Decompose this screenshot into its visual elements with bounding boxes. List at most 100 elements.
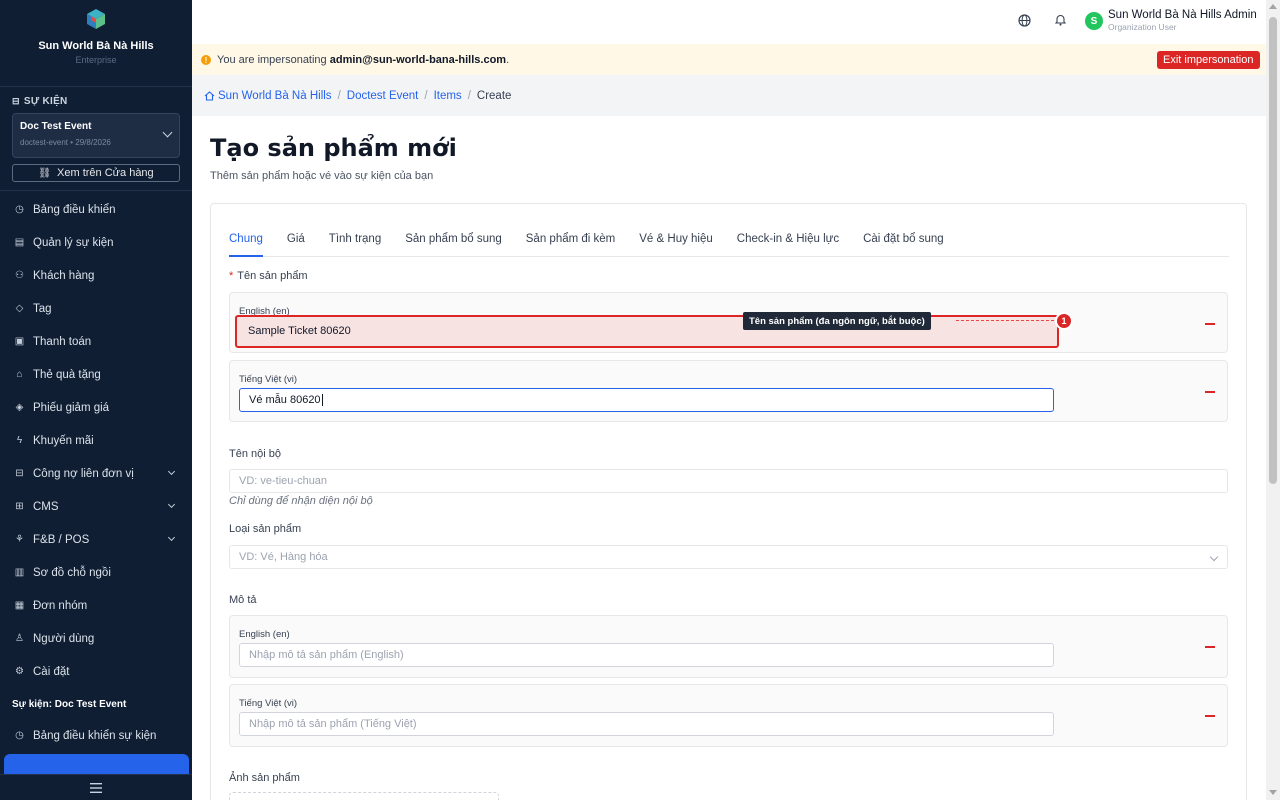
breadcrumb-items[interactable]: Items [434,90,462,102]
scroll-down-icon[interactable] [1269,790,1277,795]
exit-impersonation-button[interactable]: Exit impersonation [1157,51,1260,69]
sidebar-item-tag[interactable]: ◇ Tag [0,292,192,325]
sidebar-nav: ◷ Bảng điều khiển ▤ Quản lý sự kiện ⚇ Khách h… [0,193,192,688]
desc-vi-input[interactable]: Nhập mô tả sản phẩm (Tiếng Việt) [239,712,1054,736]
sidebar-item-promotion[interactable]: ϟ Khuyến mãi [0,424,192,457]
chevron-down-icon [167,533,176,542]
sidebar-item-label: Người dùng [33,632,95,645]
event-submenu-item-event-dashboard[interactable]: ◷ Bảng điều khiển sự kiện [0,719,192,752]
payment-icon: ▣ [14,336,25,347]
sidebar-item-label: Quản lý sự kiện [33,236,114,249]
product-image-label: Ảnh sản phẩm [229,772,300,784]
sidebar-item-label: CMS [33,500,59,513]
sidebar-item-debt[interactable]: ⊟ Công nợ liên đơn vị [0,457,192,490]
sidebar-item-seating[interactable]: ▥ Sơ đồ chỗ ngồi [0,556,192,589]
product-type-select[interactable]: VD: Vé, Hàng hóa [229,545,1228,569]
annotation-tooltip: Tên sản phẩm (đa ngôn ngữ, bắt buộc) [743,312,931,330]
breadcrumb-event[interactable]: Doctest Event [347,90,419,102]
name-en-input[interactable] [235,315,1059,348]
sidebar-item-pos[interactable]: ⚘ F&B / POS [0,523,192,556]
tab-1[interactable]: Giá [287,230,305,257]
tag-icon: ◇ [15,303,24,314]
topbar: S Sun World Bà Nà Hills Admin Organizati… [192,0,1266,44]
user-name[interactable]: Sun World Bà Nà Hills Admin [1108,9,1257,21]
sidebar-item-label: Thẻ quà tặng [33,368,101,381]
sidebar-item-active[interactable] [4,754,189,774]
remove-name-en-icon[interactable] [1205,323,1215,325]
promotion-icon: ϟ [16,435,23,446]
page-scrollbar[interactable] [1266,0,1280,800]
sidebar-item-gift[interactable]: ⌂ Thẻ quà tặng [0,358,192,391]
tab-6[interactable]: Check-in & Hiệu lực [737,230,839,257]
sidebar-item-label: Bảng điều khiển sự kiện [33,729,157,742]
event-meta: doctest-event • 29/8/2026 [20,138,111,147]
chevron-down-icon [167,467,176,476]
sidebar-collapse-button[interactable] [0,774,192,800]
event-name: Doc Test Event [20,121,92,132]
calendar-icon: ▤ [14,237,25,248]
tab-7[interactable]: Cài đặt bổ sung [863,230,944,257]
form-tabs: Chung Giá Tình trạng Sản phẩm bổ sung Sản ph… [229,230,1229,257]
scroll-up-icon[interactable] [1269,4,1277,9]
tab-0[interactable]: Chung [229,230,263,257]
image-upload-dropzone[interactable] [229,792,499,800]
impersonation-banner: ! You are impersonating admin@sun-world-… [192,44,1266,75]
sidebar-item-voucher[interactable]: ◈ Phiếu giảm giá [0,391,192,424]
scrollbar-thumb[interactable] [1269,17,1277,484]
brand-subtitle: Enterprise [75,55,117,65]
seating-icon: ▥ [14,567,25,578]
breadcrumb-org[interactable]: Sun World Bà Nà Hills [218,90,332,102]
internal-name-input[interactable]: VD: ve-tieu-chuan [229,469,1228,493]
tab-4[interactable]: Sản phẩm đi kèm [526,230,616,257]
desc-vi-group: Tiếng Việt (vi) Nhập mô tả sản phẩm (Tiế… [229,684,1228,747]
sidebar-item-users[interactable]: ⚇ Khách hàng [0,259,192,292]
sidebar-item-group-order[interactable]: ▦ Đơn nhóm [0,589,192,622]
group-order-icon: ▦ [14,600,25,611]
event-submenu-nav: ◷ Bảng điều khiển sự kiện [0,719,192,752]
breadcrumb: Sun World Bà Nà Hills / Doctest Event / … [192,75,1266,116]
globe-icon[interactable] [1017,13,1031,27]
sidebar-item-dashboard[interactable]: ◷ Bảng điều khiển [0,193,192,226]
users-icon: ⚇ [15,270,24,281]
desc-vi-label: Tiếng Việt (vi) [239,698,298,709]
name-vi-input[interactable]: Vé mẫu 80620 [239,388,1054,412]
sidebar-item-cms[interactable]: ⊞ CMS [0,490,192,523]
remove-name-vi-icon[interactable] [1205,391,1215,393]
sidebar-item-user[interactable]: ♙ Người dùng [0,622,192,655]
tab-5[interactable]: Vé & Huy hiệu [639,230,713,257]
user-role: Organization User [1108,22,1177,32]
event-dashboard-icon: ◷ [15,730,24,741]
remove-desc-en-icon[interactable] [1205,646,1215,648]
sidebar-item-label: Bảng điều khiển [33,203,116,216]
annotation-badge: 1 [1055,312,1073,330]
home-icon[interactable] [204,90,215,101]
sidebar-item-calendar[interactable]: ▤ Quản lý sự kiện [0,226,192,259]
tab-2[interactable]: Tình trạng [329,230,381,257]
bell-icon[interactable] [1053,13,1067,27]
sidebar-item-label: Đơn nhóm [33,599,88,612]
product-name-label: * Tên sản phẩm [229,270,308,282]
sidebar-item-payment[interactable]: ▣ Thanh toán [0,325,192,358]
desc-en-input[interactable]: Nhập mô tả sản phẩm (English) [239,643,1054,667]
voucher-icon: ◈ [15,402,24,413]
tab-3[interactable]: Sản phẩm bổ sung [405,230,502,257]
annotation-connector [956,320,1054,321]
event-section-icon: ⊟ [12,96,20,106]
event-selector[interactable]: Doc Test Event doctest-event • 29/8/2026 [12,113,180,158]
avatar[interactable]: S [1085,12,1103,30]
sidebar-divider [0,190,192,191]
settings-icon: ⚙ [15,666,24,677]
debt-icon: ⊟ [15,468,24,479]
link-icon: ⛓ [38,167,52,179]
brand: Sun World Bà Nà Hills Enterprise [0,0,192,87]
remove-desc-vi-icon[interactable] [1205,715,1215,717]
breadcrumb-separator: / [467,89,471,102]
internal-name-label: Tên nội bộ [229,448,281,460]
cms-icon: ⊞ [15,501,24,512]
sidebar-item-settings[interactable]: ⚙ Cài đặt [0,655,192,688]
event-submenu-label: Sự kiện: Doc Test Event [12,699,127,710]
view-store-button[interactable]: ⛓ Xem trên Cửa hàng [12,164,180,182]
impersonated-email: admin@sun-world-bana-hills.com [329,54,507,66]
description-label: Mô tả [229,594,257,606]
sidebar-item-label: Tag [33,302,52,315]
